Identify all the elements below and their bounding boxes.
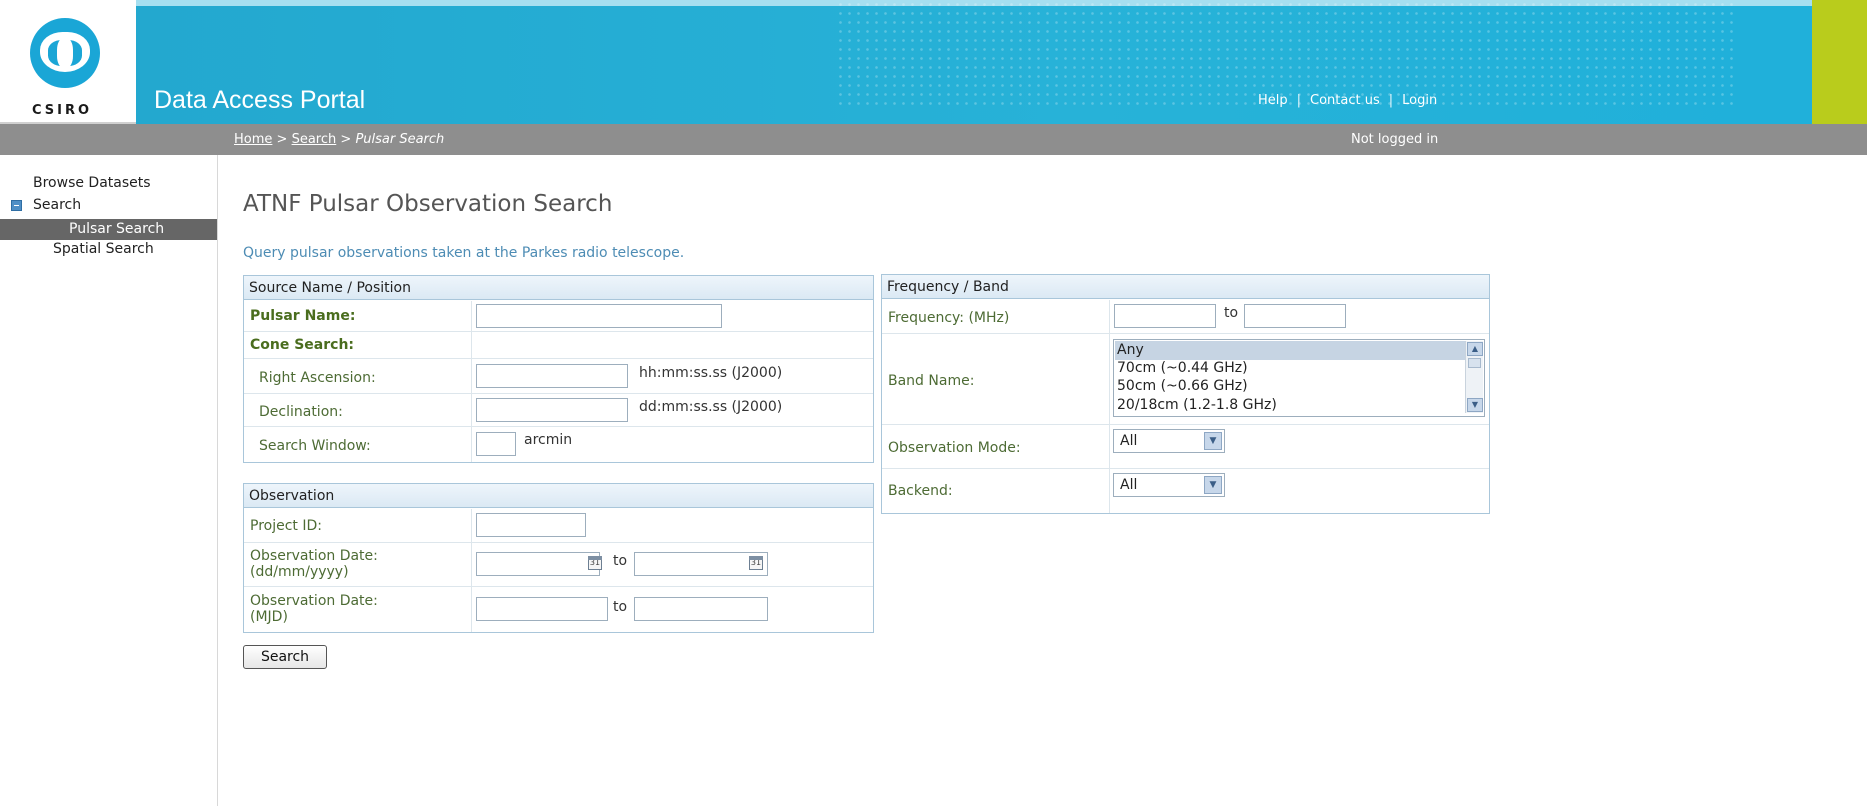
project-id-label: Project ID: xyxy=(250,518,322,534)
page-title: ATNF Pulsar Observation Search xyxy=(243,191,613,217)
frequency-min-input[interactable] xyxy=(1114,304,1216,328)
ra-unit: hh:mm:ss.ss (J2000) xyxy=(639,365,783,381)
window-unit: arcmin xyxy=(524,432,573,448)
sidebar: Browse Datasets Search Pulsar Search Spa… xyxy=(0,155,218,806)
panel-heading: Observation xyxy=(244,484,873,508)
sidebar-item-label: Pulsar Search xyxy=(69,221,165,237)
top-links: Help | Contact us | Login xyxy=(1258,93,1438,108)
search-button[interactable]: Search xyxy=(243,645,327,669)
ra-label: Right Ascension: xyxy=(259,370,376,386)
date-row: Observation Date: (dd/mm/yyyy) 31 to 31 xyxy=(244,543,873,587)
obs-mode-label: Observation Mode: xyxy=(888,440,1021,456)
accent-stripe xyxy=(1812,0,1867,124)
panel-heading: Source Name / Position xyxy=(244,276,873,300)
portal-title: Data Access Portal xyxy=(154,86,366,114)
logo-text: CSIRO xyxy=(32,103,93,118)
cone-search-label: Cone Search: xyxy=(250,337,355,353)
band-option[interactable]: 20/18cm (1.2-1.8 GHz) xyxy=(1117,397,1277,413)
login-status: Not logged in xyxy=(1351,132,1439,147)
cone-search-row: Cone Search: xyxy=(244,332,873,359)
window-row: Search Window: arcmin xyxy=(244,427,873,462)
band-option[interactable]: 50cm (~0.66 GHz) xyxy=(1117,378,1248,394)
window-label: Search Window: xyxy=(259,438,371,454)
date-label: Observation Date: (dd/mm/yyyy) xyxy=(250,548,378,580)
contact-link[interactable]: Contact us xyxy=(1310,93,1380,108)
breadcrumb-home[interactable]: Home xyxy=(234,132,272,147)
ra-row: Right Ascension: hh:mm:ss.ss (J2000) xyxy=(244,359,873,394)
start-mjd-input[interactable] xyxy=(476,597,608,621)
sidebar-item-pulsar-search[interactable]: Pulsar Search xyxy=(0,219,217,240)
source-position-panel: Source Name / Position Pulsar Name: Cone… xyxy=(243,275,874,463)
band-name-label: Band Name: xyxy=(888,373,975,389)
collapse-icon[interactable] xyxy=(11,200,22,211)
backend-row: Backend: All ▼ xyxy=(882,469,1489,513)
pulsar-name-label: Pulsar Name: xyxy=(250,308,356,324)
scroll-up-icon[interactable]: ▲ xyxy=(1467,342,1483,356)
sidebar-item-search[interactable]: Search xyxy=(33,197,81,213)
to-label: to xyxy=(613,599,628,615)
backend-label: Backend: xyxy=(888,483,953,499)
end-date-input[interactable] xyxy=(634,552,768,576)
band-scrollbar[interactable]: ▲ ▼ xyxy=(1465,341,1483,413)
start-date-input[interactable] xyxy=(476,552,600,576)
header-banner xyxy=(136,0,1867,124)
panel-heading: Frequency / Band xyxy=(882,275,1489,299)
band-row: Band Name: Any 70cm (~0.44 GHz) 50cm (~0… xyxy=(882,334,1489,425)
to-label: to xyxy=(613,553,628,569)
calendar-icon[interactable]: 31 xyxy=(588,556,602,570)
project-id-row: Project ID: xyxy=(244,509,873,543)
observation-mode-select[interactable]: All ▼ xyxy=(1113,429,1225,453)
frequency-label: Frequency: (MHz) xyxy=(888,310,1010,326)
breadcrumb: Home > Search > Pulsar Search xyxy=(234,132,445,147)
calendar-icon[interactable]: 31 xyxy=(749,556,763,570)
csiro-emblem-icon xyxy=(30,18,100,88)
search-window-input[interactable] xyxy=(476,432,516,456)
header: CSIRO Data Access Portal Help | Contact us… xyxy=(0,0,1867,124)
frequency-row: Frequency: (MHz) to xyxy=(882,300,1489,334)
breadcrumb-current: Pulsar Search xyxy=(355,132,445,147)
help-link[interactable]: Help xyxy=(1258,93,1288,108)
scroll-thumb[interactable] xyxy=(1468,358,1481,368)
dec-label: Declination: xyxy=(259,404,343,420)
chevron-down-icon[interactable]: ▼ xyxy=(1204,476,1222,494)
breadcrumb-bar: Home > Search > Pulsar Search Not logged… xyxy=(0,124,1867,155)
selected-option-highlight xyxy=(1115,341,1465,360)
pulsar-name-row: Pulsar Name: xyxy=(244,301,873,332)
breadcrumb-search[interactable]: Search xyxy=(292,132,337,147)
dec-unit: dd:mm:ss.ss (J2000) xyxy=(639,399,783,415)
frequency-band-panel: Frequency / Band Frequency: (MHz) to Ban… xyxy=(881,274,1490,514)
declination-input[interactable] xyxy=(476,398,628,422)
project-id-input[interactable] xyxy=(476,513,586,537)
dec-row: Declination: dd:mm:ss.ss (J2000) xyxy=(244,394,873,427)
scroll-down-icon[interactable]: ▼ xyxy=(1467,398,1483,412)
observation-panel: Observation Project ID: Observation Date… xyxy=(243,483,874,633)
csiro-logo[interactable]: CSIRO xyxy=(0,0,136,124)
obs-mode-row: Observation Mode: All ▼ xyxy=(882,425,1489,469)
page-description: Query pulsar observations taken at the P… xyxy=(243,245,685,261)
mjd-label: Observation Date: (MJD) xyxy=(250,593,378,625)
sidebar-item-spatial-search[interactable]: Spatial Search xyxy=(53,241,154,257)
end-mjd-input[interactable] xyxy=(634,597,768,621)
right-ascension-input[interactable] xyxy=(476,364,628,388)
band-option[interactable]: Any xyxy=(1117,342,1144,358)
backend-select[interactable]: All ▼ xyxy=(1113,473,1225,497)
mjd-row: Observation Date: (MJD) to xyxy=(244,587,873,632)
to-label: to xyxy=(1224,305,1239,321)
chevron-down-icon[interactable]: ▼ xyxy=(1204,432,1222,450)
pulsar-name-input[interactable] xyxy=(476,304,722,328)
login-link[interactable]: Login xyxy=(1402,93,1437,108)
band-name-listbox[interactable]: Any 70cm (~0.44 GHz) 50cm (~0.66 GHz) 20… xyxy=(1113,339,1485,417)
band-option[interactable]: 70cm (~0.44 GHz) xyxy=(1117,360,1248,376)
sidebar-item-browse-datasets[interactable]: Browse Datasets xyxy=(33,175,151,191)
frequency-max-input[interactable] xyxy=(1244,304,1346,328)
